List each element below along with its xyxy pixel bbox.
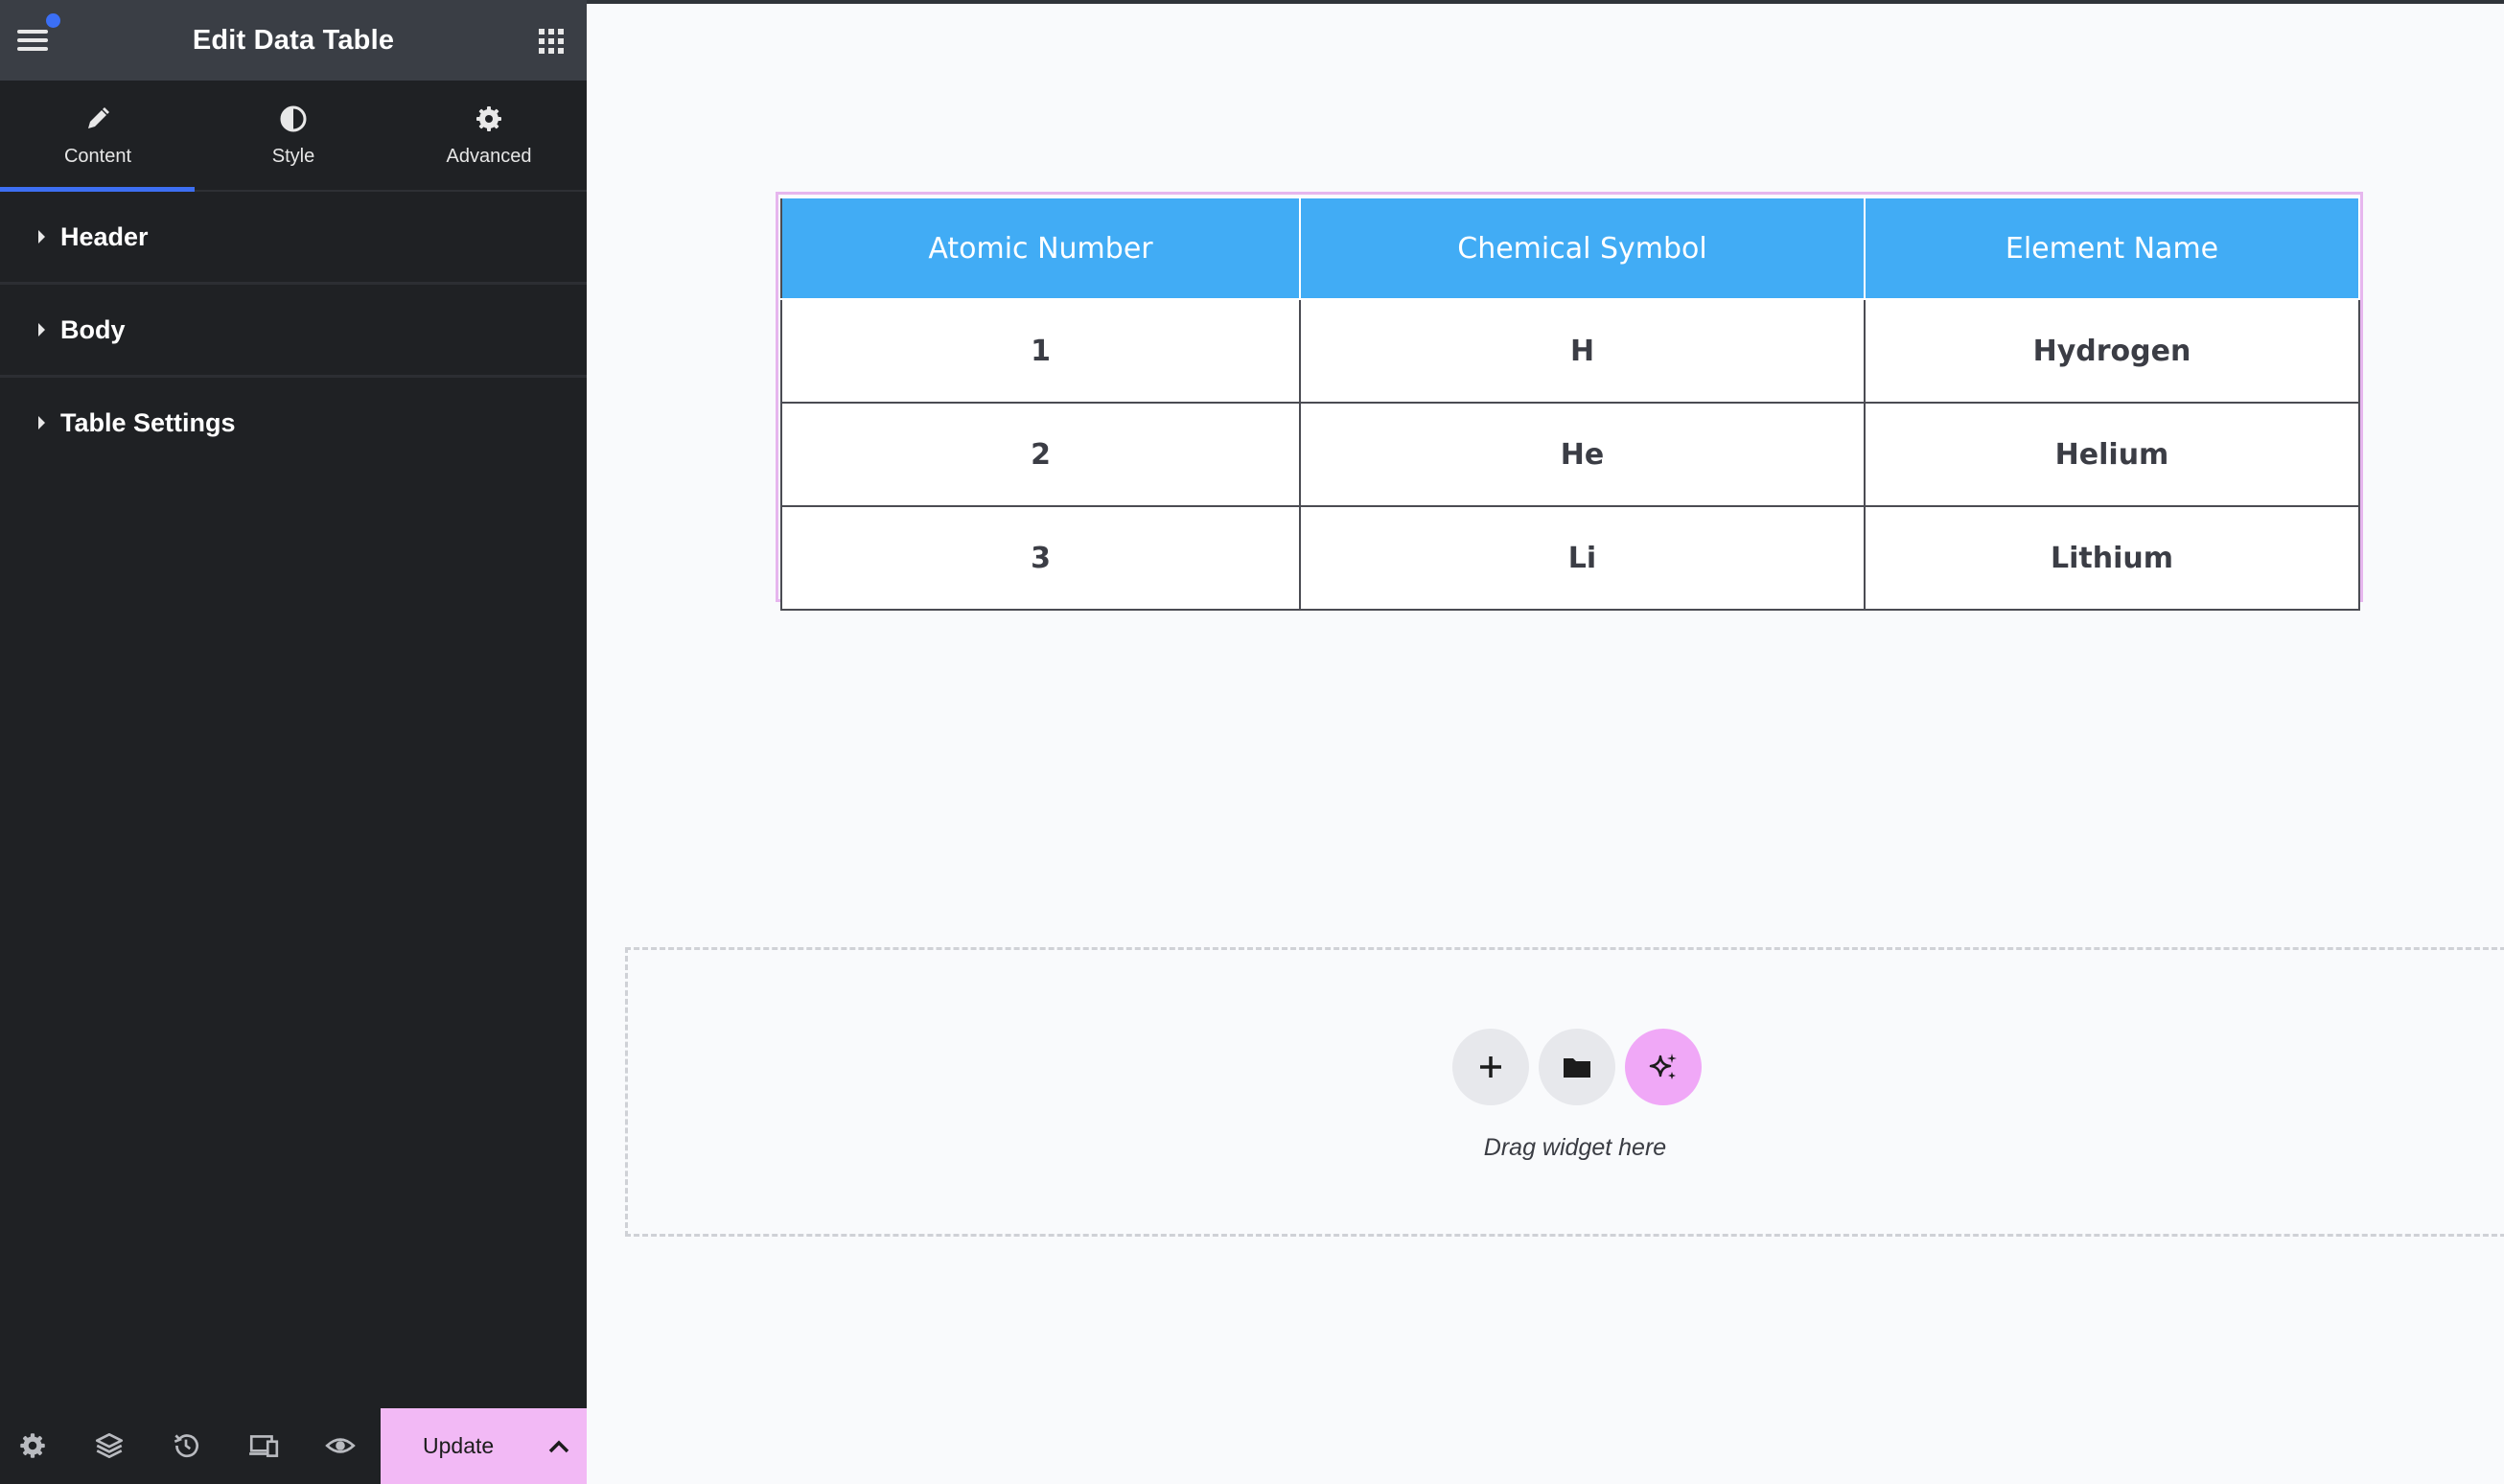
dropzone-text: Drag widget here — [1483, 1134, 1667, 1161]
tab-advanced[interactable]: Advanced — [391, 81, 587, 190]
history-icon[interactable] — [170, 1429, 202, 1462]
data-table: Atomic Number Chemical Symbol Element Na… — [780, 197, 2360, 611]
settings-icon[interactable] — [16, 1429, 49, 1462]
contrast-icon — [280, 105, 307, 132]
preview-eye-icon[interactable] — [324, 1429, 357, 1462]
data-table-widget[interactable]: Atomic Number Chemical Symbol Element Na… — [776, 192, 2363, 611]
table-header-cell: Element Name — [1864, 197, 2360, 300]
table-row: 2 He Helium — [780, 402, 2360, 507]
caret-right-icon — [38, 230, 45, 243]
responsive-icon[interactable] — [247, 1429, 280, 1462]
table-cell: Hydrogen — [1864, 298, 2360, 404]
plus-icon — [1480, 1056, 1501, 1078]
pencil-icon — [88, 107, 109, 128]
section-table-settings[interactable]: Table Settings — [0, 378, 587, 468]
caret-right-icon — [38, 323, 45, 336]
editor-panel: Edit Data Table Content Style Advanced H… — [0, 0, 587, 1484]
section-body-label: Body — [60, 314, 126, 344]
update-button[interactable]: Update — [381, 1408, 587, 1484]
folder-icon — [1564, 1058, 1590, 1078]
menu-icon[interactable] — [17, 27, 52, 54]
chevron-up-icon[interactable] — [545, 1432, 573, 1461]
widget-dropzone[interactable]: Drag widget here — [625, 947, 2504, 1237]
gear-icon — [476, 106, 501, 131]
editor-canvas: Atomic Number Chemical Symbol Element Na… — [587, 4, 2504, 1484]
section-header[interactable]: Header — [0, 192, 587, 285]
table-cell: Lithium — [1864, 505, 2360, 611]
table-cell: 1 — [780, 298, 1301, 404]
template-library-button[interactable] — [1539, 1029, 1615, 1105]
panel-title: Edit Data Table — [192, 24, 395, 56]
panel-footer: Update — [0, 1408, 587, 1484]
widgets-grid-icon[interactable] — [539, 29, 564, 54]
notification-dot — [46, 13, 60, 28]
table-row: 1 H Hydrogen — [780, 298, 2360, 404]
update-button-label: Update — [423, 1433, 495, 1458]
section-table-settings-label: Table Settings — [60, 407, 236, 437]
sparkle-icon — [1649, 1054, 1677, 1079]
table-cell: Helium — [1864, 402, 2360, 507]
layers-icon[interactable] — [93, 1429, 126, 1462]
tab-style-label: Style — [271, 146, 315, 167]
section-header-label: Header — [60, 221, 149, 251]
table-row: 3 Li Lithium — [780, 505, 2360, 611]
ai-generate-button[interactable] — [1625, 1029, 1702, 1105]
table-header-cell: Chemical Symbol — [1299, 197, 1866, 300]
tab-content-label: Content — [63, 146, 132, 167]
table-cell: H — [1299, 298, 1866, 404]
table-cell: Li — [1299, 505, 1866, 611]
table-header-cell: Atomic Number — [780, 197, 1301, 300]
table-cell: 3 — [780, 505, 1301, 611]
add-section-button[interactable] — [1452, 1029, 1529, 1105]
table-cell: He — [1299, 402, 1866, 507]
caret-right-icon — [38, 416, 45, 429]
panel-header: Edit Data Table — [0, 0, 587, 81]
table-header-row: Atomic Number Chemical Symbol Element Na… — [780, 197, 2360, 300]
section-body[interactable]: Body — [0, 285, 587, 378]
tab-advanced-label: Advanced — [446, 146, 532, 167]
panel-tabs: Content Style Advanced — [0, 81, 587, 192]
tab-content[interactable]: Content — [0, 81, 196, 192]
tab-style[interactable]: Style — [196, 81, 391, 190]
table-cell: 2 — [780, 402, 1301, 507]
